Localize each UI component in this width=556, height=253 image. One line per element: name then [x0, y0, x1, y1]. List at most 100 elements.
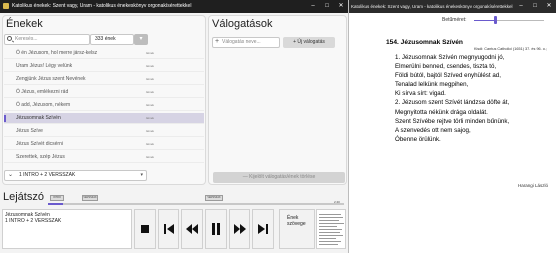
song-list-item[interactable]: Jézus Szívét dicsérni 4ének — [4, 139, 204, 150]
maximize-button[interactable]: □ — [320, 0, 334, 13]
song-title: Jézus Szíve — [16, 128, 43, 134]
lyrics-button-line-2: szövege — [287, 221, 306, 227]
song-title: Jézusomnak Szívén — [16, 115, 61, 121]
playback-timeline[interactable]: INTRO VERSSZAK VERSSZAK — [48, 194, 344, 208]
now-playing-version: 1 INTRO + 2 VERSSZAK — [5, 218, 62, 224]
song-title: Jézus Szívét dicsérni — [16, 141, 63, 147]
song-count-filter[interactable]: 333 ének — [90, 34, 134, 45]
song-version-select[interactable]: ⌄ 1 INTRO + 2 VERSSZAK ▾ — [4, 170, 147, 181]
lyrics-line: Óbenne örülünk. — [395, 135, 441, 143]
timeline-track — [48, 203, 344, 205]
rewind-button[interactable] — [181, 209, 204, 249]
pause-button[interactable] — [205, 209, 227, 249]
song-title: Ó én Jézusom, hol merre jársz-kelsz — [16, 50, 98, 56]
font-slider-thumb[interactable] — [494, 16, 497, 24]
now-playing-box: Jézusomnak Szívén 1 INTRO + 2 VERSSZAK — [2, 209, 132, 249]
song-list: Ó én Jézusom, hol merre jársz-kelsz 4ének… — [4, 48, 204, 166]
chevron-down-icon: ▾ — [140, 172, 143, 178]
selection-name-input[interactable]: + Válogatás neve... — [212, 37, 280, 48]
stop-icon — [140, 225, 149, 233]
song-list-item[interactable]: Zengjünk Jézus szent Nevének 4ének — [4, 74, 204, 85]
song-list-item[interactable]: Jézus Szíve 4ének — [4, 126, 204, 137]
font-size-label: Betűméret: — [442, 17, 467, 23]
song-list-item[interactable]: Szerettek, szép Jézus 4ének — [4, 152, 204, 163]
timeline-progress — [48, 203, 63, 205]
lyrics-line: Tenalad lelkünk megpihen, — [395, 81, 469, 89]
lyrics-line: Földi bútól, bajtól Szíved enyhülést ad, — [395, 72, 501, 80]
search-icon — [7, 36, 12, 41]
lyrics-line: 1. Jézusomnak Szívén megnyugodni jó, — [395, 54, 505, 61]
song-search-input[interactable]: Keresés... — [4, 34, 90, 45]
song-title: Ó Jézus, emlékezni rád — [16, 89, 69, 95]
song-tag: 4ének — [145, 155, 154, 159]
song-list-item[interactable]: Ó add, Jézusom, nékem 4ének — [4, 100, 204, 111]
song-search-placeholder: Keresés... — [15, 36, 38, 42]
pause-icon — [211, 223, 220, 235]
timeline-marker-verse-2[interactable]: VERSSZAK — [205, 195, 223, 201]
close-button[interactable]: ✕ — [334, 0, 348, 13]
song-title: Uram Jézus! Légy velünk — [16, 63, 73, 69]
stop-button[interactable] — [134, 209, 156, 249]
playback-controls — [134, 209, 275, 249]
song-tag: 4ének — [145, 77, 154, 81]
song-list-item[interactable]: Jézusomnak Szívén 4ének — [4, 113, 204, 124]
lyrics-line: Elmerülni benned, csendes, tiszta tó, — [395, 63, 497, 71]
font-slider-fill — [474, 20, 495, 21]
font-size-slider[interactable] — [474, 16, 544, 24]
song-title: Ó add, Jézusom, nékem — [16, 102, 71, 108]
song-title: Szerettek, szép Jézus — [16, 154, 65, 160]
lyrics-window: Katolikus énekek: Szent vagy, Uram - kat… — [349, 0, 556, 253]
minimize-button[interactable]: – — [306, 0, 320, 13]
song-tag: 4ének — [145, 129, 154, 133]
plus-icon: + — [215, 38, 220, 45]
skip-start-icon — [163, 224, 174, 234]
delete-selection-button[interactable]: — Kijelölt válogatás/ének törlése — [213, 172, 345, 183]
lyrics-author: Harangi László — [517, 183, 548, 188]
lyrics-window-title-bar: Katolikus énekek: Szent vagy, Uram - kat… — [349, 0, 556, 13]
lyrics-line: Megnyitotta nékünk drága oldalát. — [395, 108, 488, 116]
skip-end-icon — [258, 224, 269, 234]
skip-to-end-button[interactable] — [252, 209, 275, 249]
window-title: Katolikus énekek: Szent vagy, Uram - kat… — [12, 3, 192, 9]
song-tag: 4ének — [145, 103, 154, 107]
time-end: 2:40 — [334, 200, 340, 204]
lyrics-line: Ki sírva sírt: vigad. — [395, 90, 446, 98]
selection-name-placeholder: Válogatás neve... — [222, 39, 261, 45]
song-tag: 4ének — [145, 64, 154, 68]
maximize-button[interactable]: □ — [528, 0, 542, 13]
lyrics-line: 2. Jézusom szent Szívét lándzsa döfte át… — [395, 99, 510, 107]
new-selection-button[interactable]: + Új válogatás — [283, 37, 335, 48]
selections-panel-title: Válogatások — [212, 18, 273, 30]
song-list-item[interactable]: Uram Jézus! Légy velünk 4ének — [4, 61, 204, 72]
lyrics-window-title: Katolikus énekek: Szent vagy, Uram - kat… — [351, 4, 513, 9]
player-title: Lejátszó — [3, 191, 44, 203]
lyrics-text: 1. Jézusomnak Szívén megnyugodni jó, Elme… — [395, 53, 550, 144]
song-source: Kisdi: Cantus Catholici (1651) 37. és 96… — [473, 47, 547, 51]
timeline-marker-intro[interactable]: INTRO — [50, 195, 64, 201]
lyrics-thumbnail[interactable] — [316, 209, 346, 249]
app-icon — [3, 2, 9, 9]
song-title: Zengjünk Jézus szent Nevének — [16, 76, 86, 82]
fast-forward-icon — [233, 224, 246, 234]
fast-forward-button[interactable] — [228, 209, 251, 249]
song-list-item[interactable]: Ó én Jézusom, hol merre jársz-kelsz 4ének — [4, 48, 204, 59]
timeline-marker-verse-1[interactable]: VERSSZAK — [82, 195, 98, 201]
song-tag: 4ének — [145, 116, 154, 120]
lyrics-line: Szent Szívébe rejtve törli minden bűnünk… — [395, 117, 510, 125]
lyrics-button[interactable]: Ének szövege — [279, 209, 315, 249]
close-button[interactable]: ✕ — [542, 0, 556, 13]
skip-to-start-button[interactable] — [157, 209, 180, 249]
song-heading: 154. Jézusomnak Szívén — [386, 39, 463, 46]
delete-selection-label: Kijelölt válogatás/ének törlése — [249, 174, 316, 180]
new-selection-label: Új válogatás — [297, 39, 325, 45]
song-tag: 4ének — [145, 90, 154, 94]
song-version-value: 1 INTRO + 2 VERSSZAK — [19, 172, 76, 178]
chevron-down-icon[interactable]: ▾ — [134, 34, 148, 45]
song-list-item[interactable]: Ó Jézus, emlékezni rád 4ének — [4, 87, 204, 98]
lyrics-line: A szenvedés ott nem sajog, — [395, 126, 471, 134]
rewind-icon — [186, 224, 199, 234]
song-tag: 4ének — [145, 142, 154, 146]
minimize-button[interactable]: – — [514, 0, 528, 13]
songs-panel-title: Énekek — [6, 18, 43, 30]
main-window: Katolikus énekek: Szent vagy, Uram - kat… — [0, 0, 349, 253]
